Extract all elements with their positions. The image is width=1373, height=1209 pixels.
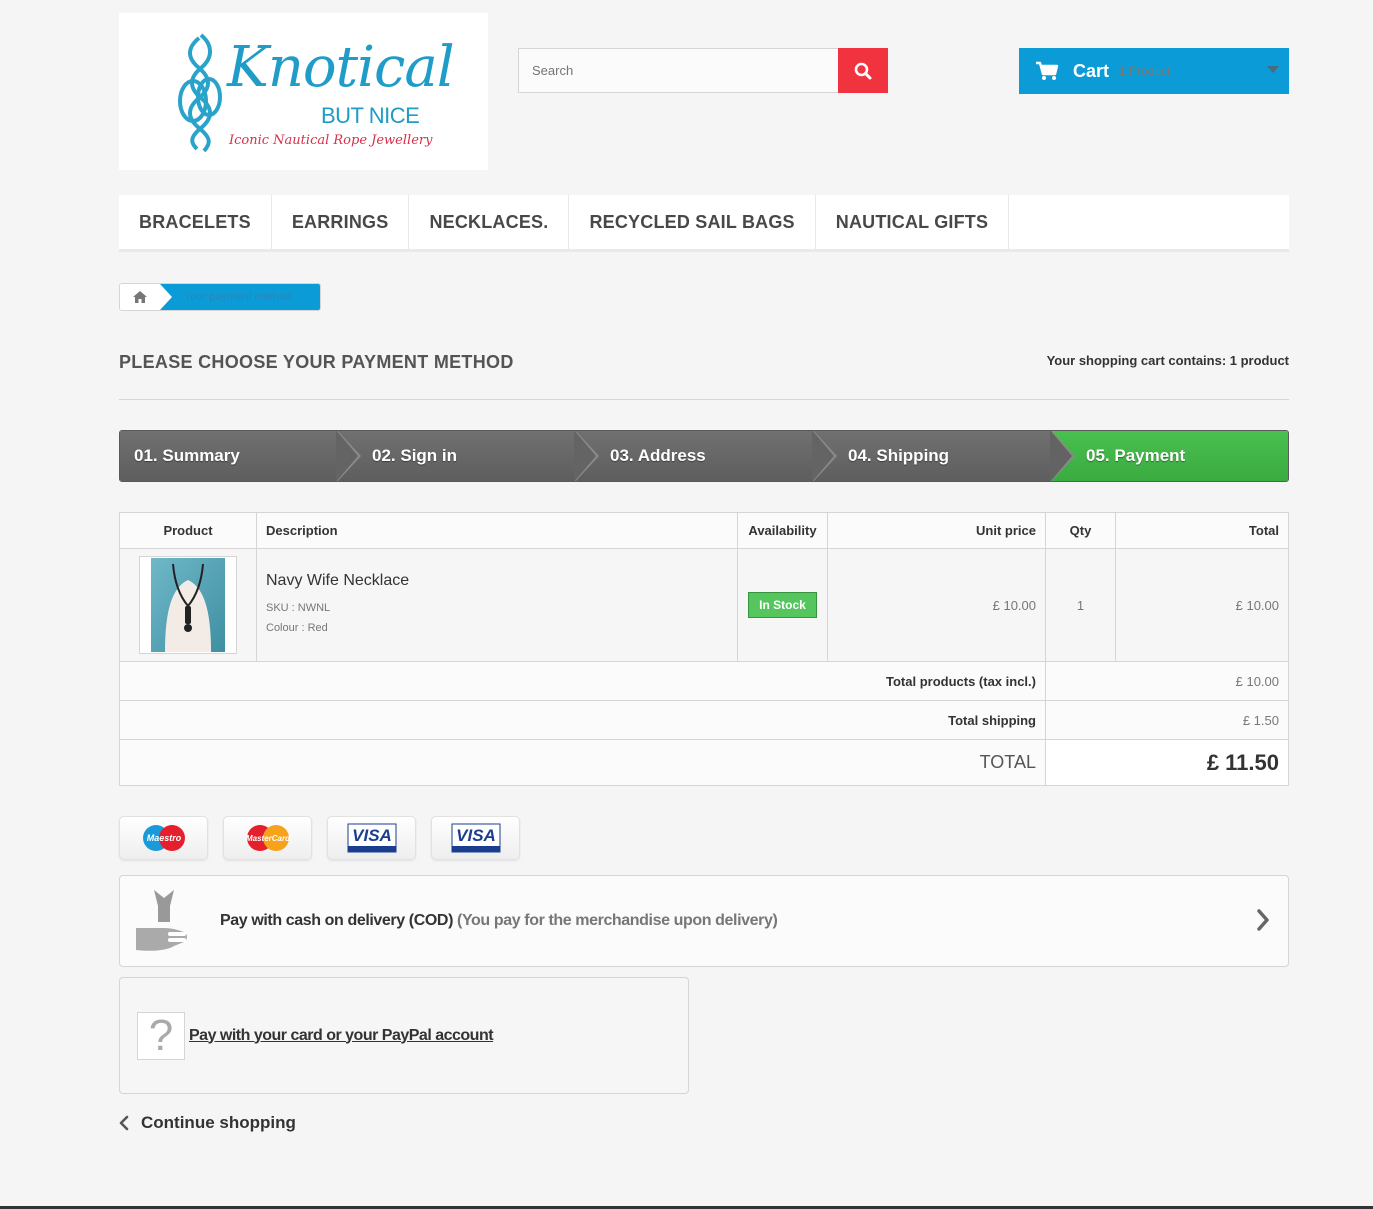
pay-cod-title: Pay with cash on delivery (COD) <box>220 912 453 929</box>
pay-cod-option[interactable]: Pay with cash on delivery (COD) (You pay… <box>119 875 1289 967</box>
question-icon: ? <box>137 1011 185 1060</box>
grand-total-label: TOTAL <box>119 739 1046 786</box>
step-address[interactable]: 03. Address <box>574 431 837 481</box>
table-header-row: Product Description Availability Unit pr… <box>119 512 1289 549</box>
step-shipping[interactable]: 04. Shipping <box>812 431 1075 481</box>
menu-item-nautical-gifts[interactable]: NAUTICAL GIFTS <box>816 195 1010 249</box>
unit-price-cell: £ 10.00 <box>827 548 1046 662</box>
product-name[interactable]: Navy Wife Necklace <box>266 572 728 590</box>
logo-tagline: Iconic Nautical Rope Jewellery <box>229 133 433 148</box>
product-description-cell: Navy Wife Necklace SKU : NWNL Colour : R… <box>256 548 738 662</box>
total-products-value: £ 10.00 <box>1045 661 1289 701</box>
cart-summary-table: Product Description Availability Unit pr… <box>119 512 1289 786</box>
cart-count: 1 Product <box>1119 64 1171 78</box>
grand-total-row: TOTAL £ 11.50 <box>119 739 1289 786</box>
chevron-right-icon <box>1257 909 1269 931</box>
pay-cod-subtext: (You pay for the merchandise upon delive… <box>457 912 778 929</box>
product-colour: Colour : Red <box>266 622 328 634</box>
cart-button[interactable]: Cart 1 Product <box>1019 48 1289 94</box>
visa-debit-logo: VISA <box>327 816 416 860</box>
step-label: 01. Summary <box>134 446 240 465</box>
home-icon <box>133 291 147 303</box>
qty-cell: 1 <box>1045 548 1116 662</box>
chevron-down-icon[interactable] <box>1267 66 1279 73</box>
visa-electron-icon: VISA <box>451 823 500 853</box>
logo-title: Knotical <box>227 35 455 100</box>
menu-item-necklaces[interactable]: NECKLACES. <box>409 195 570 249</box>
step-payment: 05. Payment <box>1050 431 1288 481</box>
logo-subtitle: BUT NICE <box>321 103 420 128</box>
total-shipping-value: £ 1.50 <box>1045 700 1289 740</box>
page-title: PLEASE CHOOSE YOUR PAYMENT METHOD <box>119 352 514 372</box>
breadcrumb-home[interactable] <box>120 284 160 310</box>
product-image[interactable] <box>139 556 237 654</box>
column-header-product: Product <box>119 512 257 549</box>
step-label: 02. Sign in <box>372 446 458 465</box>
menu-item-bracelets[interactable]: BRACELETS <box>119 195 272 249</box>
column-header-description: Description <box>256 512 738 549</box>
cart-summary-text: Your shopping cart contains: 1 product <box>1046 353 1289 368</box>
mastercard-text: MasterCard <box>245 834 290 843</box>
mastercard-logo: MasterCard <box>223 816 312 860</box>
column-header-total: Total <box>1115 512 1289 549</box>
search-button[interactable] <box>838 48 888 93</box>
checkout-steps: 01. Summary 02. Sign in 03. Address 04. … <box>119 430 1289 482</box>
main-menu: BRACELETS EARRINGS NECKLACES. RECYCLED S… <box>119 195 1289 252</box>
column-header-unit-price: Unit price <box>827 512 1046 549</box>
row-total-cell: £ 10.00 <box>1115 548 1289 662</box>
cart-label: Cart <box>1073 60 1110 81</box>
maestro-text: Maestro <box>146 833 181 843</box>
pay-card-paypal-option[interactable]: ? Pay with your card or your PayPal acco… <box>119 977 689 1094</box>
step-label: 05. Payment <box>1086 446 1186 465</box>
site-logo[interactable]: Knotical BUT NICE Iconic Nautical Rope J… <box>119 13 488 170</box>
total-products-row: Total products (tax incl.) £ 10.00 <box>119 661 1289 701</box>
maestro-logo: Maestro <box>119 816 208 860</box>
column-header-availability: Availability <box>737 512 828 549</box>
product-sku: SKU : NWNL <box>266 602 331 614</box>
visa-electron-logo: VISA <box>431 816 520 860</box>
menu-item-earrings[interactable]: EARRINGS <box>272 195 410 249</box>
step-label: 03. Address <box>610 446 706 465</box>
card-logos: Maestro MasterCard VISA VISA <box>119 816 520 860</box>
search-icon <box>854 62 872 79</box>
table-row: Navy Wife Necklace SKU : NWNL Colour : R… <box>119 548 1289 662</box>
cash-hand-icon <box>136 890 187 951</box>
maestro-icon: Maestro <box>142 825 185 851</box>
status-badge: In Stock <box>748 592 817 618</box>
step-summary[interactable]: 01. Summary <box>120 431 361 481</box>
mastercard-icon: MasterCard <box>245 825 291 851</box>
continue-shopping-link[interactable]: Continue shopping <box>119 1113 296 1133</box>
menu-item-recycled-sail-bags[interactable]: RECYCLED SAIL BAGS <box>569 195 816 249</box>
breadcrumb: Your payment method <box>119 283 321 311</box>
chevron-left-icon <box>119 1115 129 1131</box>
total-shipping-row: Total shipping £ 1.50 <box>119 700 1289 740</box>
product-image-cell <box>119 548 257 662</box>
necklace-image <box>151 558 225 652</box>
breadcrumb-current: Your payment method <box>160 284 320 310</box>
search-input[interactable] <box>518 48 838 93</box>
step-label: 04. Shipping <box>848 446 950 465</box>
total-shipping-label: Total shipping <box>119 700 1046 740</box>
pay-card-label[interactable]: Pay with your card or your PayPal accoun… <box>189 1027 494 1045</box>
pay-cod-label: Pay with cash on delivery (COD) (You pay… <box>220 912 778 930</box>
visa-debit-icon: VISA <box>347 823 396 853</box>
grand-total-value: £ 11.50 <box>1045 739 1289 786</box>
column-header-qty: Qty <box>1045 512 1116 549</box>
divider <box>119 399 1289 400</box>
visa-text: VISA <box>456 826 496 845</box>
step-sign-in[interactable]: 02. Sign in <box>336 431 599 481</box>
continue-shopping-label: Continue shopping <box>141 1113 296 1132</box>
total-products-label: Total products (tax incl.) <box>119 661 1046 701</box>
availability-cell: In Stock <box>737 548 828 662</box>
cart-icon <box>1036 61 1059 80</box>
visa-text: VISA <box>352 826 392 845</box>
